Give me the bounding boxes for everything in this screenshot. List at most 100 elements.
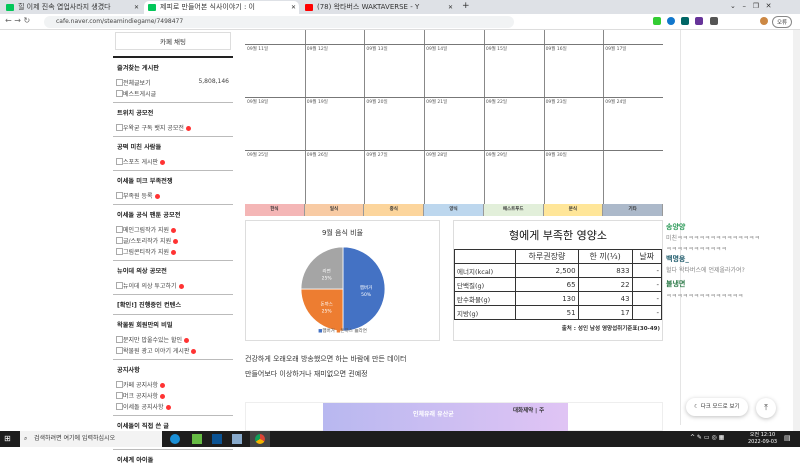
chat-message: 미친ㅋㅋㅋㅋㅋㅋㅋㅋㅋㅋㅋㅋㅋㅋㅋ (666, 235, 760, 242)
chat-username[interactable]: 불냉면 (666, 279, 685, 289)
table-cell: - (631, 277, 663, 292)
chat-username[interactable]: 송양양 (666, 222, 685, 232)
extension-icon[interactable] (695, 17, 703, 25)
notification-icon[interactable]: ▤ (784, 434, 791, 442)
ad-frame: 인체유래 유산균 대화제약 | 주 (245, 402, 663, 432)
extension-icon[interactable] (667, 17, 675, 25)
new-badge-icon (173, 239, 179, 244)
app-icon[interactable] (232, 434, 242, 444)
sidebar-board-link[interactable]: 스포츠 게시판 (113, 156, 233, 170)
sidebar-board-link[interactable]: 이세돌 공지사항 (113, 401, 233, 415)
extension-icon[interactable] (653, 17, 661, 25)
cafe-chat-button[interactable]: 카페 채팅 (115, 32, 231, 50)
sidebar-section-title[interactable]: 즐겨찾는 게시판 (113, 56, 233, 77)
sidebar-section-title[interactable]: 공떡 미친 사람들 (113, 136, 233, 156)
sidebar-board-link[interactable]: 전체글보기 5,808,146 (113, 77, 233, 88)
table-cell: 833 (577, 263, 633, 278)
calendar: 09월 11일 09월 12일 09월 13일 09월 14일 09월 15일 09월 1… (245, 30, 663, 216)
extension-icon[interactable] (681, 17, 689, 25)
close-icon[interactable]: ✕ (134, 1, 139, 14)
vegas-icon[interactable] (212, 434, 222, 444)
sidebar-board-link[interactable]: 머크 공지사항 (113, 390, 233, 401)
window-controls[interactable]: ⌄ – ❐ ✕ (730, 2, 772, 10)
chat-message: 헐다 왁타버스에 언제올라가여? (666, 267, 745, 274)
taskbar-search-input[interactable]: ⌕ 검색하려면 여기에 입력하십시오 (20, 431, 162, 447)
table-cell: 17 (577, 305, 633, 320)
new-badge-icon (178, 284, 184, 289)
sidebar-board-link[interactable]: 베스트게시글 (113, 88, 233, 102)
slice-value: 50% (361, 292, 372, 298)
sidebar-section-title[interactable]: 이세돌 미크 부족전쟁 (113, 170, 233, 190)
chart-legend: ■햄버거 ■돈까스 ■라면 (246, 328, 439, 334)
profile-error-button[interactable]: 오류 (772, 16, 793, 28)
day-label: 09월 28일 (426, 153, 448, 158)
close-icon[interactable]: ✕ (291, 1, 296, 14)
day-label: 09월 27일 (366, 153, 388, 158)
category-label: 일식 (304, 204, 365, 216)
table-cell: - (631, 291, 663, 306)
new-tab-button[interactable]: + (462, 1, 470, 11)
new-badge-icon (160, 160, 166, 165)
table-row: 단백질(g) 65 22- (453, 277, 663, 292)
new-badge-icon (171, 250, 177, 255)
table-cell: - (631, 305, 663, 320)
scroll-top-button[interactable]: ⤒ (756, 398, 776, 418)
post-body: 건강하게 오래오래 방송했으면 하는 바람에 만든 데이터 만들어보다 이상하거… (245, 352, 406, 382)
sidebar-board-link[interactable]: 문지만 밥울수있는 할인 (113, 334, 233, 345)
avatar[interactable] (760, 17, 768, 25)
sidebar-board-link[interactable]: 우왁굳 구독 뱃지 공모전 (113, 122, 233, 136)
minecraft-icon[interactable] (192, 434, 202, 444)
search-placeholder: 검색하려면 여기에 입력하십시오 (34, 435, 116, 442)
clock[interactable]: 오전 12:10 2022-09-03 (748, 432, 777, 446)
slice-label: 햄버거 (360, 284, 372, 291)
chrome-taskbar-button[interactable] (250, 431, 270, 447)
ad-text: 인체유래 유산균 (413, 411, 454, 418)
dark-mode-button[interactable]: ☾ 다크 모드로 보기 (686, 398, 748, 416)
column-header: 하루권장량 (515, 249, 579, 264)
table-row: 탄수화물(g) 130 43- (453, 291, 663, 306)
sidebar-section-title[interactable]: 이세돌 공식 팬툰 공모전 (113, 204, 233, 224)
tab-1[interactable]: 힐 이제 진속 엽업사라지 생겼다 ✕ (2, 1, 142, 14)
sidebar-section-title[interactable]: 트위치 공모전 (113, 102, 233, 122)
url-input[interactable]: cafe.naver.com/steamindiegame/7498477 (44, 16, 514, 28)
new-badge-icon (154, 194, 160, 199)
sidebar-board-link[interactable]: 뉴이데 의상 투고하기 (113, 280, 233, 294)
column-header: 한 끼(⅓) (577, 249, 633, 264)
ad-banner[interactable]: 인체유래 유산균 대화제약 | 주 (323, 403, 568, 432)
sidebar-section-title[interactable]: 이세계 아이돌 (113, 449, 233, 469)
category-label: 양식 (424, 204, 484, 216)
chat-username[interactable]: 백명웅_ (666, 254, 689, 264)
scrollbar[interactable] (793, 30, 800, 431)
time: 오전 12:10 (749, 432, 776, 438)
table-cell: 43 (577, 291, 633, 306)
legend-item: ■돈까스 (336, 329, 353, 334)
extension-icon[interactable] (710, 17, 718, 25)
sidebar-board-link[interactable]: 메인그림작가 지원 (113, 224, 233, 235)
board-label: 머크 공지사항 (123, 393, 159, 400)
table-source: 출처 : 성인 남성 영양섭취기준표(30-49) (561, 326, 660, 332)
sidebar-board-link[interactable]: 카페 공지사항 (113, 379, 233, 390)
tab-title: 제피로 만들어본 식사이야기 : 이 (160, 3, 255, 11)
day-label: 09월 22일 (485, 100, 508, 105)
tab-3[interactable]: (78) 왁타버스 WAKTAVERSE - Y ✕ (301, 1, 456, 14)
day-label: 09월 17일 (605, 47, 627, 52)
sidebar-board-link[interactable]: 그림콘티작가 지원 (113, 246, 233, 260)
table-cell: 에너지(kcal) (453, 263, 517, 278)
new-badge-icon (185, 126, 191, 131)
system-tray-icons[interactable]: ^ ✎ ▭ ◎ ▦ (690, 434, 724, 441)
sidebar-board-link[interactable]: 글/스토리작가 지원 (113, 235, 233, 246)
sidebar-section-title[interactable]: 뉴이데 의상 공모전 (113, 260, 233, 280)
sidebar-board-link[interactable]: 부족원 등록 (113, 190, 233, 204)
category-label: 분식 (543, 204, 604, 216)
windows-start-icon[interactable]: ⊞ (4, 434, 11, 443)
sidebar-section-title[interactable]: 왁물원 회원만의 비밀 (113, 314, 233, 334)
close-icon[interactable]: ✕ (448, 1, 453, 14)
tab-2[interactable]: 제피로 만들어본 식사이야기 : 이 ✕ (144, 1, 299, 14)
day-label: 09월 25일 (247, 153, 269, 158)
grid-line (304, 30, 306, 204)
sidebar-section-title[interactable]: [확인!] 진행중인 컨텐스 (113, 294, 233, 314)
nav-buttons[interactable]: ← → ↻ (5, 16, 30, 25)
sidebar-section-title[interactable]: 공지사항 (113, 359, 233, 379)
sidebar-board-link[interactable]: 왁물원 광고 이야기 게시판 (113, 345, 233, 359)
edge-icon[interactable] (170, 434, 180, 444)
